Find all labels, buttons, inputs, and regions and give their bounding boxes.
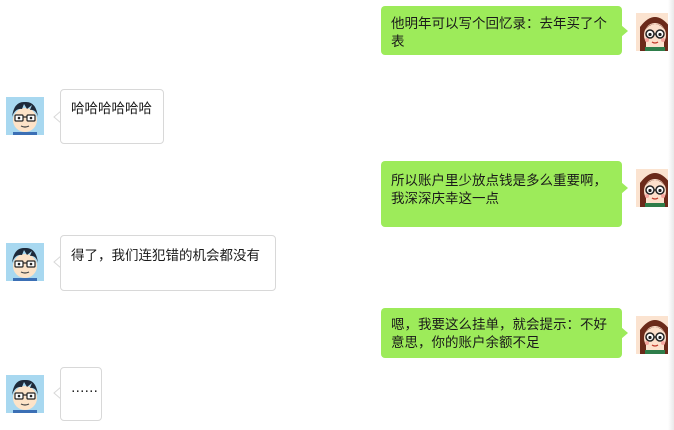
scrollbar-track[interactable] xyxy=(668,0,674,430)
boy-avatar-icon[interactable] xyxy=(6,97,44,135)
bubble-tail xyxy=(621,327,628,339)
boy-avatar-icon[interactable] xyxy=(6,375,44,413)
message-bubble[interactable]: 嗯，我要这么挂单，就会提示：不好意思，你的账户余额不足 xyxy=(381,308,622,358)
message-bubble[interactable]: 哈哈哈哈哈哈 xyxy=(60,89,164,144)
message-bubble[interactable]: 得了，我们连犯错的机会都没有 xyxy=(60,235,276,291)
message-bubble[interactable]: …… xyxy=(60,367,102,421)
message-bubble[interactable]: 他明年可以写个回忆录：去年买了个表 xyxy=(381,6,622,55)
boy-avatar-icon[interactable] xyxy=(6,243,44,281)
bubble-tail xyxy=(621,182,628,194)
message-bubble[interactable]: 所以账户里少放点钱是多么重要啊，我深深庆幸这一点 xyxy=(381,161,622,227)
chat-panel: 他明年可以写个回忆录：去年买了个表 哈哈哈哈哈哈 所以账户里少放点钱是多么重要啊… xyxy=(0,0,674,430)
bubble-tail xyxy=(621,25,628,37)
